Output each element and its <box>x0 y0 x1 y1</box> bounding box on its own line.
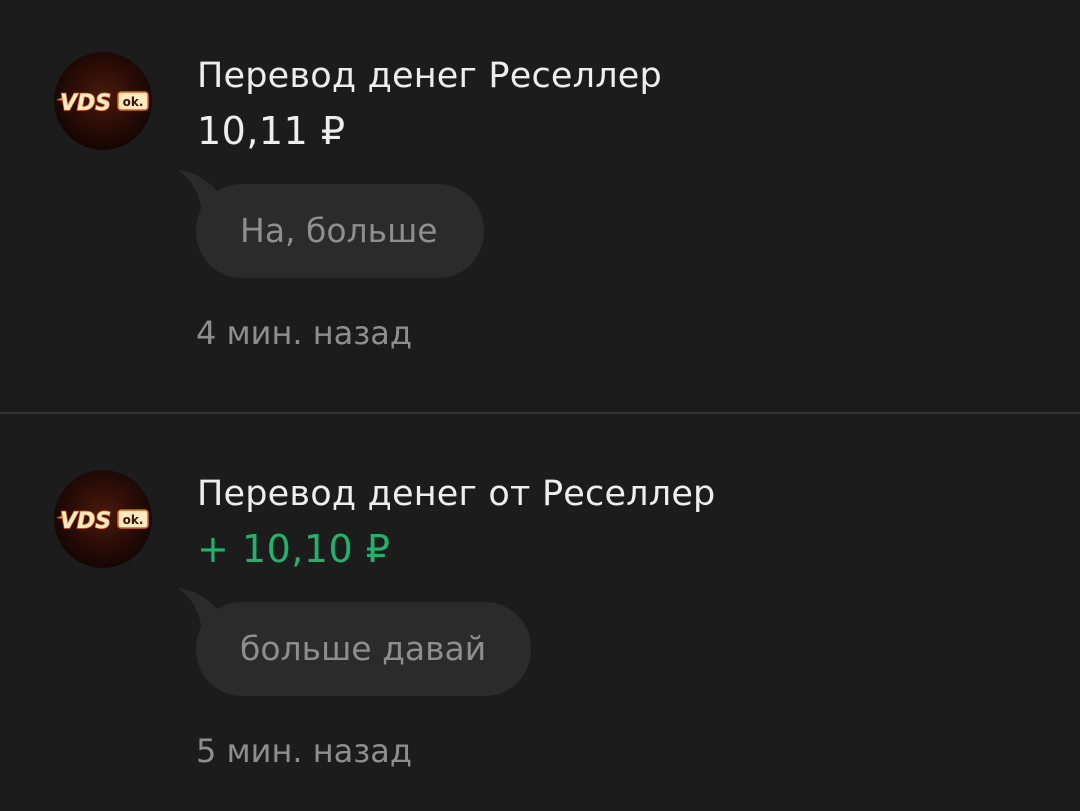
avatar-logo-text: VDS <box>60 509 111 534</box>
avatar-logo-badge: ok. <box>123 513 144 527</box>
message-bubble: больше давай <box>196 602 531 696</box>
transaction-title: Перевод денег от Реселлер <box>197 474 716 514</box>
transaction-item[interactable]: VDS ok. Перевод денег от Реселлер + 10,1… <box>0 414 1080 811</box>
transaction-title: Перевод денег Реселлер <box>197 56 662 96</box>
transaction-feed: VDS ok. Перевод денег Реселлер 10,11 ₽ Н… <box>0 0 1080 811</box>
avatar-logo-text: VDS <box>60 91 111 116</box>
transaction-time: 4 мин. назад <box>196 314 413 352</box>
vdsok-logo-icon: VDS ok. <box>54 470 152 568</box>
transaction-amount: + 10,10 ₽ <box>197 527 391 571</box>
vdsok-logo-icon: VDS ok. <box>54 52 152 150</box>
transaction-item[interactable]: VDS ok. Перевод денег Реселлер 10,11 ₽ Н… <box>0 0 1080 412</box>
transaction-time: 5 мин. назад <box>196 732 413 770</box>
avatar-logo-badge: ok. <box>123 95 144 109</box>
transaction-amount: 10,11 ₽ <box>197 109 346 153</box>
message-bubble: На, больше <box>196 184 484 278</box>
